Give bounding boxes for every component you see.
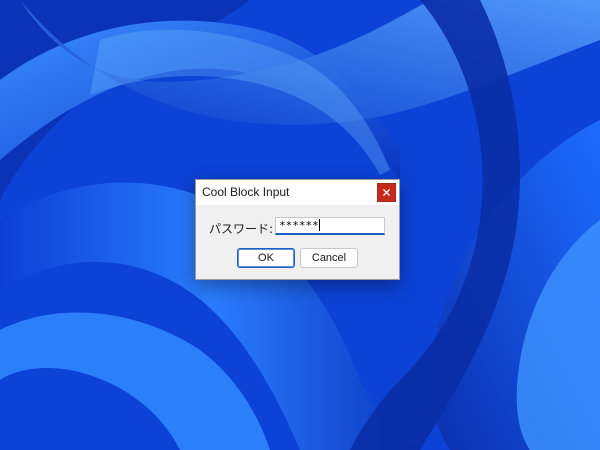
password-value: ****** [279,219,319,232]
input-dialog: Cool Block Input パスワード: ****** OK Cancel [195,179,400,280]
cancel-button-label: Cancel [311,252,347,264]
dialog-title: Cool Block Input [202,185,290,199]
text-caret [318,219,320,231]
close-icon [383,189,390,196]
desktop: Cool Block Input パスワード: ****** OK Cancel [0,0,600,450]
password-field[interactable]: ****** [275,217,385,235]
ok-button-label: OK [258,252,274,264]
close-button[interactable] [377,183,396,202]
dialog-titlebar[interactable]: Cool Block Input [196,180,399,205]
dialog-body: パスワード: ****** OK Cancel [196,205,399,279]
cancel-button[interactable]: Cancel [300,248,358,268]
ok-button[interactable]: OK [237,248,295,268]
password-label: パスワード: [209,222,274,236]
